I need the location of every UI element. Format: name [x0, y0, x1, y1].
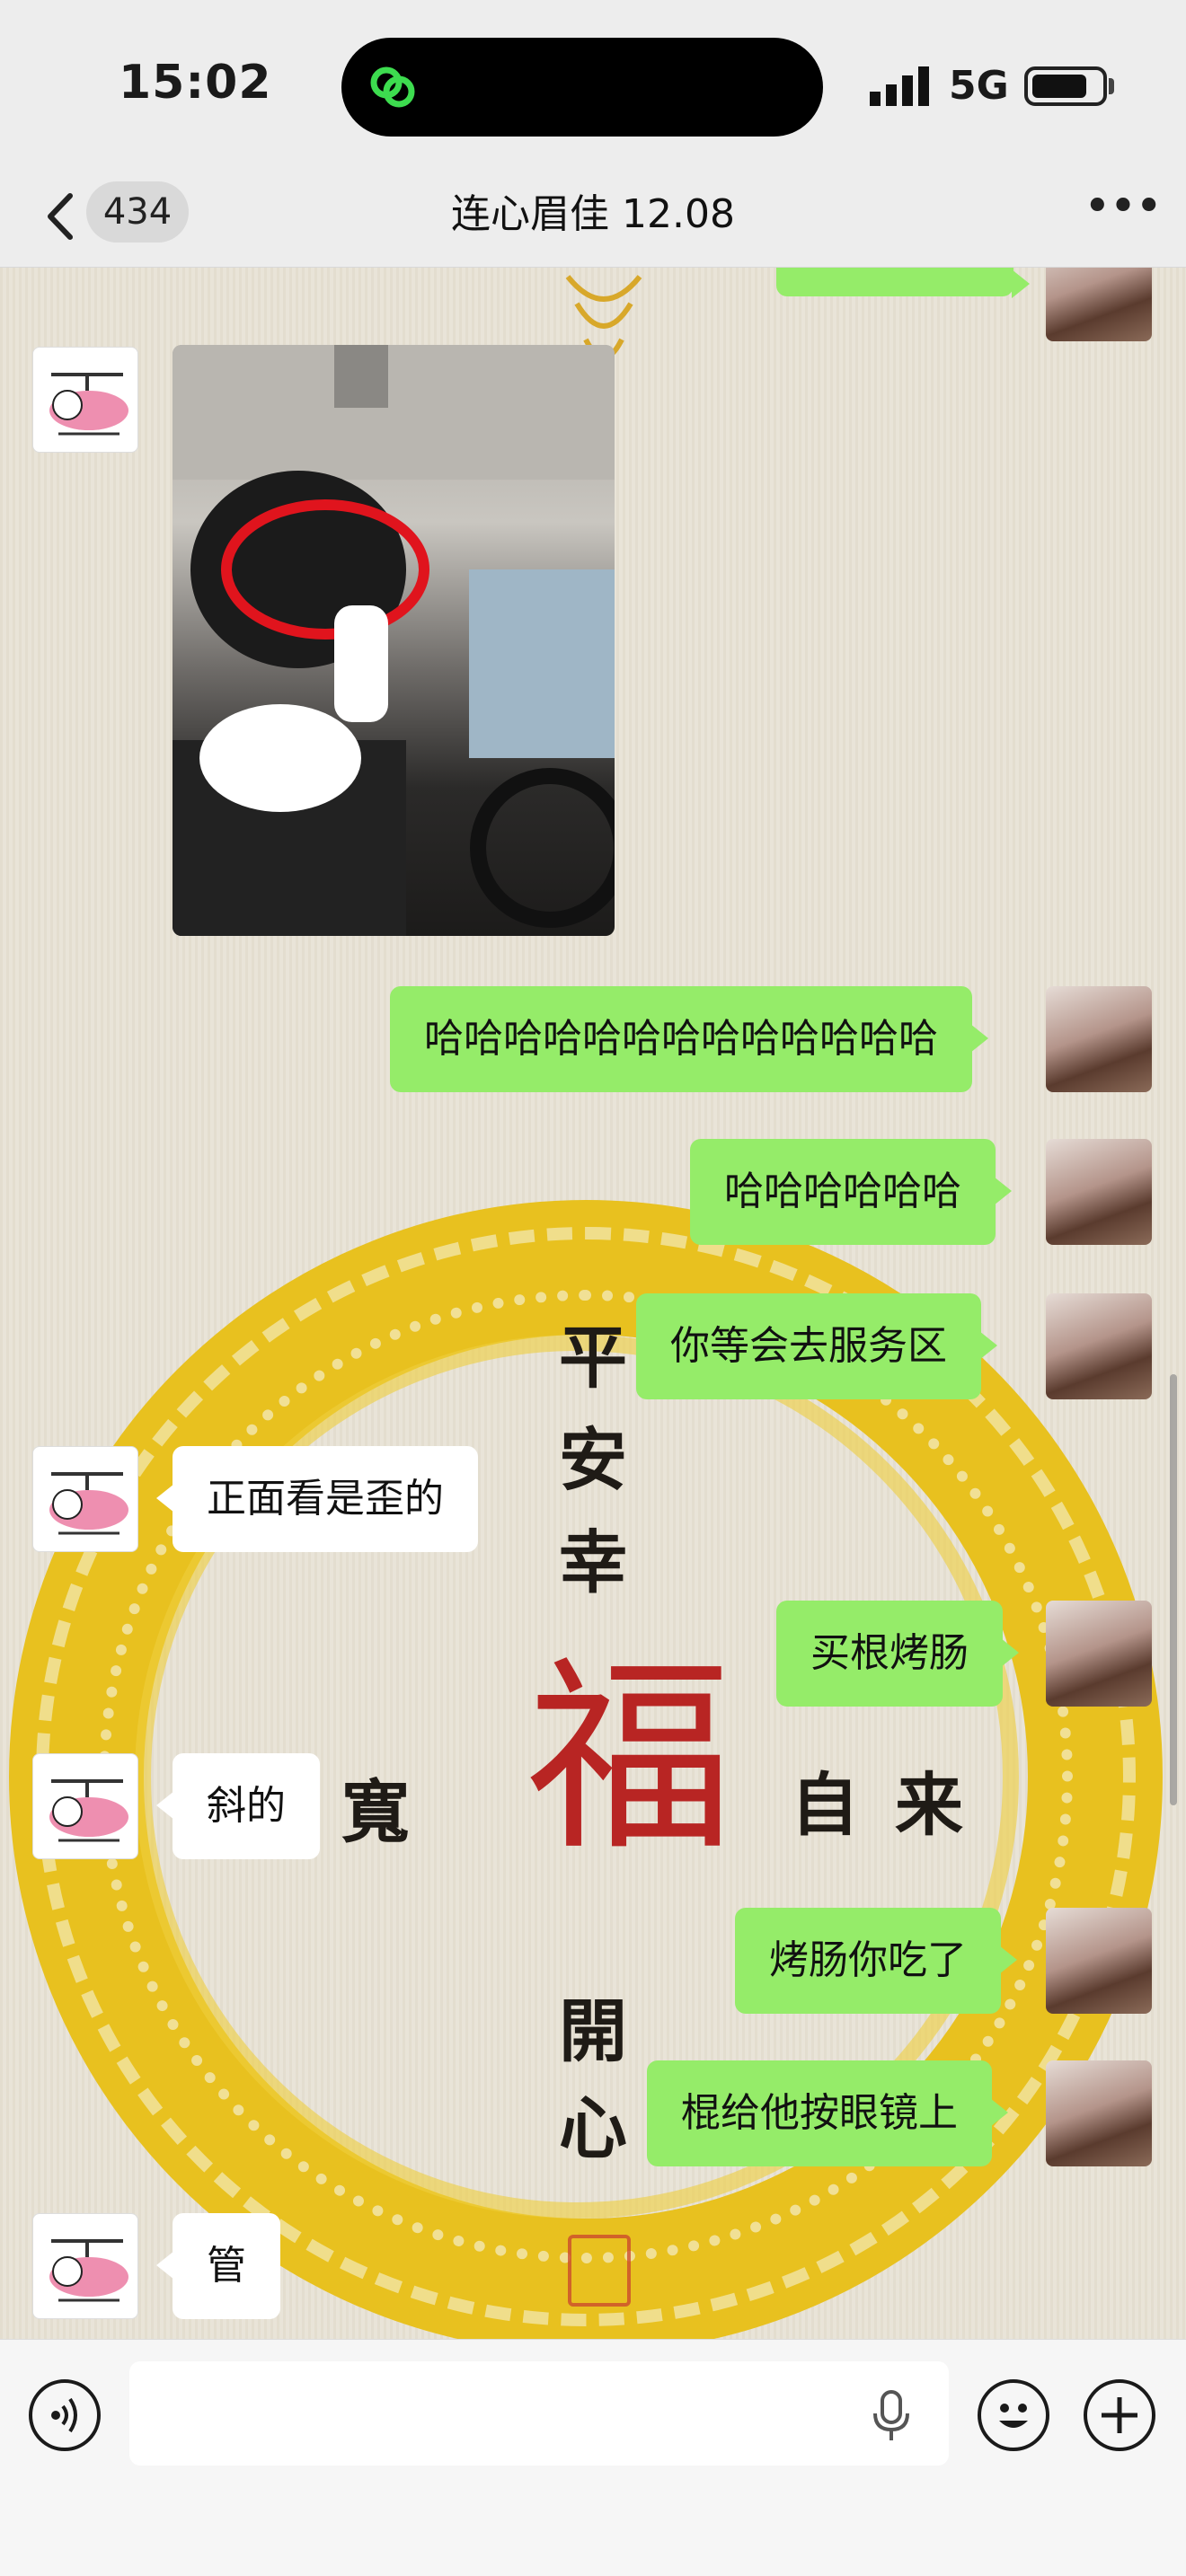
contact-avatar[interactable]	[32, 2213, 138, 2319]
message-bubble-cut[interactable]	[776, 268, 1030, 298]
message-bubble[interactable]: 正面看是歪的	[156, 1446, 478, 1552]
voice-waves	[51, 2397, 77, 2433]
wallpaper-char: 幸	[559, 1522, 627, 1602]
wallpaper-seal	[568, 2235, 631, 2307]
input-bar	[0, 2339, 1186, 2576]
hello-kitty-helicopter-avatar	[49, 1779, 128, 1842]
hello-kitty-helicopter-avatar	[49, 1472, 128, 1535]
chat-area[interactable]: 平 安 幸 福 開 心 寬 自 来 哈哈哈哈哈哈哈哈哈哈哈哈哈 哈哈哈哈哈哈 你…	[0, 268, 1186, 2339]
wallpaper-char: 安	[559, 1420, 627, 1500]
wallpaper-char: 来	[895, 1765, 963, 1845]
plus-icon[interactable]	[1084, 2379, 1155, 2451]
message-bubble[interactable]: 棍给他按眼镜上	[647, 2060, 1008, 2166]
message-bubble[interactable]: 哈哈哈哈哈哈	[690, 1139, 1012, 1245]
more-dots-icon[interactable]: •••	[1084, 183, 1163, 243]
emoji-icon[interactable]	[978, 2379, 1049, 2451]
battery-tip	[1109, 78, 1114, 94]
contact-avatar[interactable]	[32, 1446, 138, 1552]
hello-kitty-helicopter-avatar	[49, 373, 128, 436]
message-bubble[interactable]: 你等会去服务区	[636, 1293, 997, 1399]
battery-icon	[1024, 66, 1107, 106]
contact-avatar[interactable]	[32, 347, 138, 453]
plus-sign	[1102, 2397, 1137, 2433]
chat-header: 连心眉佳 12.08 434 •••	[0, 167, 1186, 268]
message-bubble[interactable]: 哈哈哈哈哈哈哈哈哈哈哈哈哈	[390, 986, 988, 1092]
my-avatar[interactable]	[1046, 2060, 1152, 2166]
message-input[interactable]	[129, 2361, 949, 2466]
scroll-indicator[interactable]	[1170, 1374, 1177, 1805]
unread-count-badge[interactable]: 434	[86, 181, 189, 243]
dynamic-island	[341, 38, 823, 137]
message-bubble[interactable]: 斜的	[156, 1753, 320, 1859]
my-avatar[interactable]	[1046, 1908, 1152, 2014]
signal-icon	[870, 66, 929, 106]
my-avatar[interactable]	[1046, 268, 1152, 341]
wallpaper-fu: 福	[527, 1639, 734, 1879]
status-time: 15:02	[119, 56, 272, 110]
wallpaper-char: 寬	[341, 1772, 410, 1852]
message-image[interactable]	[173, 345, 615, 936]
my-avatar[interactable]	[1046, 986, 1152, 1092]
microphone-icon[interactable]	[866, 2388, 916, 2442]
my-avatar[interactable]	[1046, 1139, 1152, 1245]
status-bar: 15:02 5G	[0, 0, 1186, 167]
hello-kitty-helicopter-avatar	[49, 2239, 128, 2302]
message-bubble[interactable]: 烤肠你吃了	[735, 1908, 1017, 2014]
emoji-face	[999, 2404, 1028, 2428]
wallpaper-char: 心	[559, 2088, 627, 2168]
my-avatar[interactable]	[1046, 1601, 1152, 1707]
wallpaper-char: 平	[559, 1318, 627, 1398]
wallpaper-char: 開	[559, 1991, 627, 2071]
link-icon	[370, 66, 415, 108]
network-type: 5G	[949, 63, 1009, 109]
chevron-left-icon[interactable]	[36, 185, 90, 248]
message-bubble[interactable]: 买根烤肠	[776, 1601, 1019, 1707]
photo-content	[173, 345, 615, 936]
wallpaper-char: 自	[791, 1765, 859, 1845]
my-avatar[interactable]	[1046, 1293, 1152, 1399]
contact-avatar[interactable]	[32, 1753, 138, 1859]
message-bubble[interactable]: 管	[156, 2213, 280, 2319]
voice-icon[interactable]	[29, 2379, 101, 2451]
